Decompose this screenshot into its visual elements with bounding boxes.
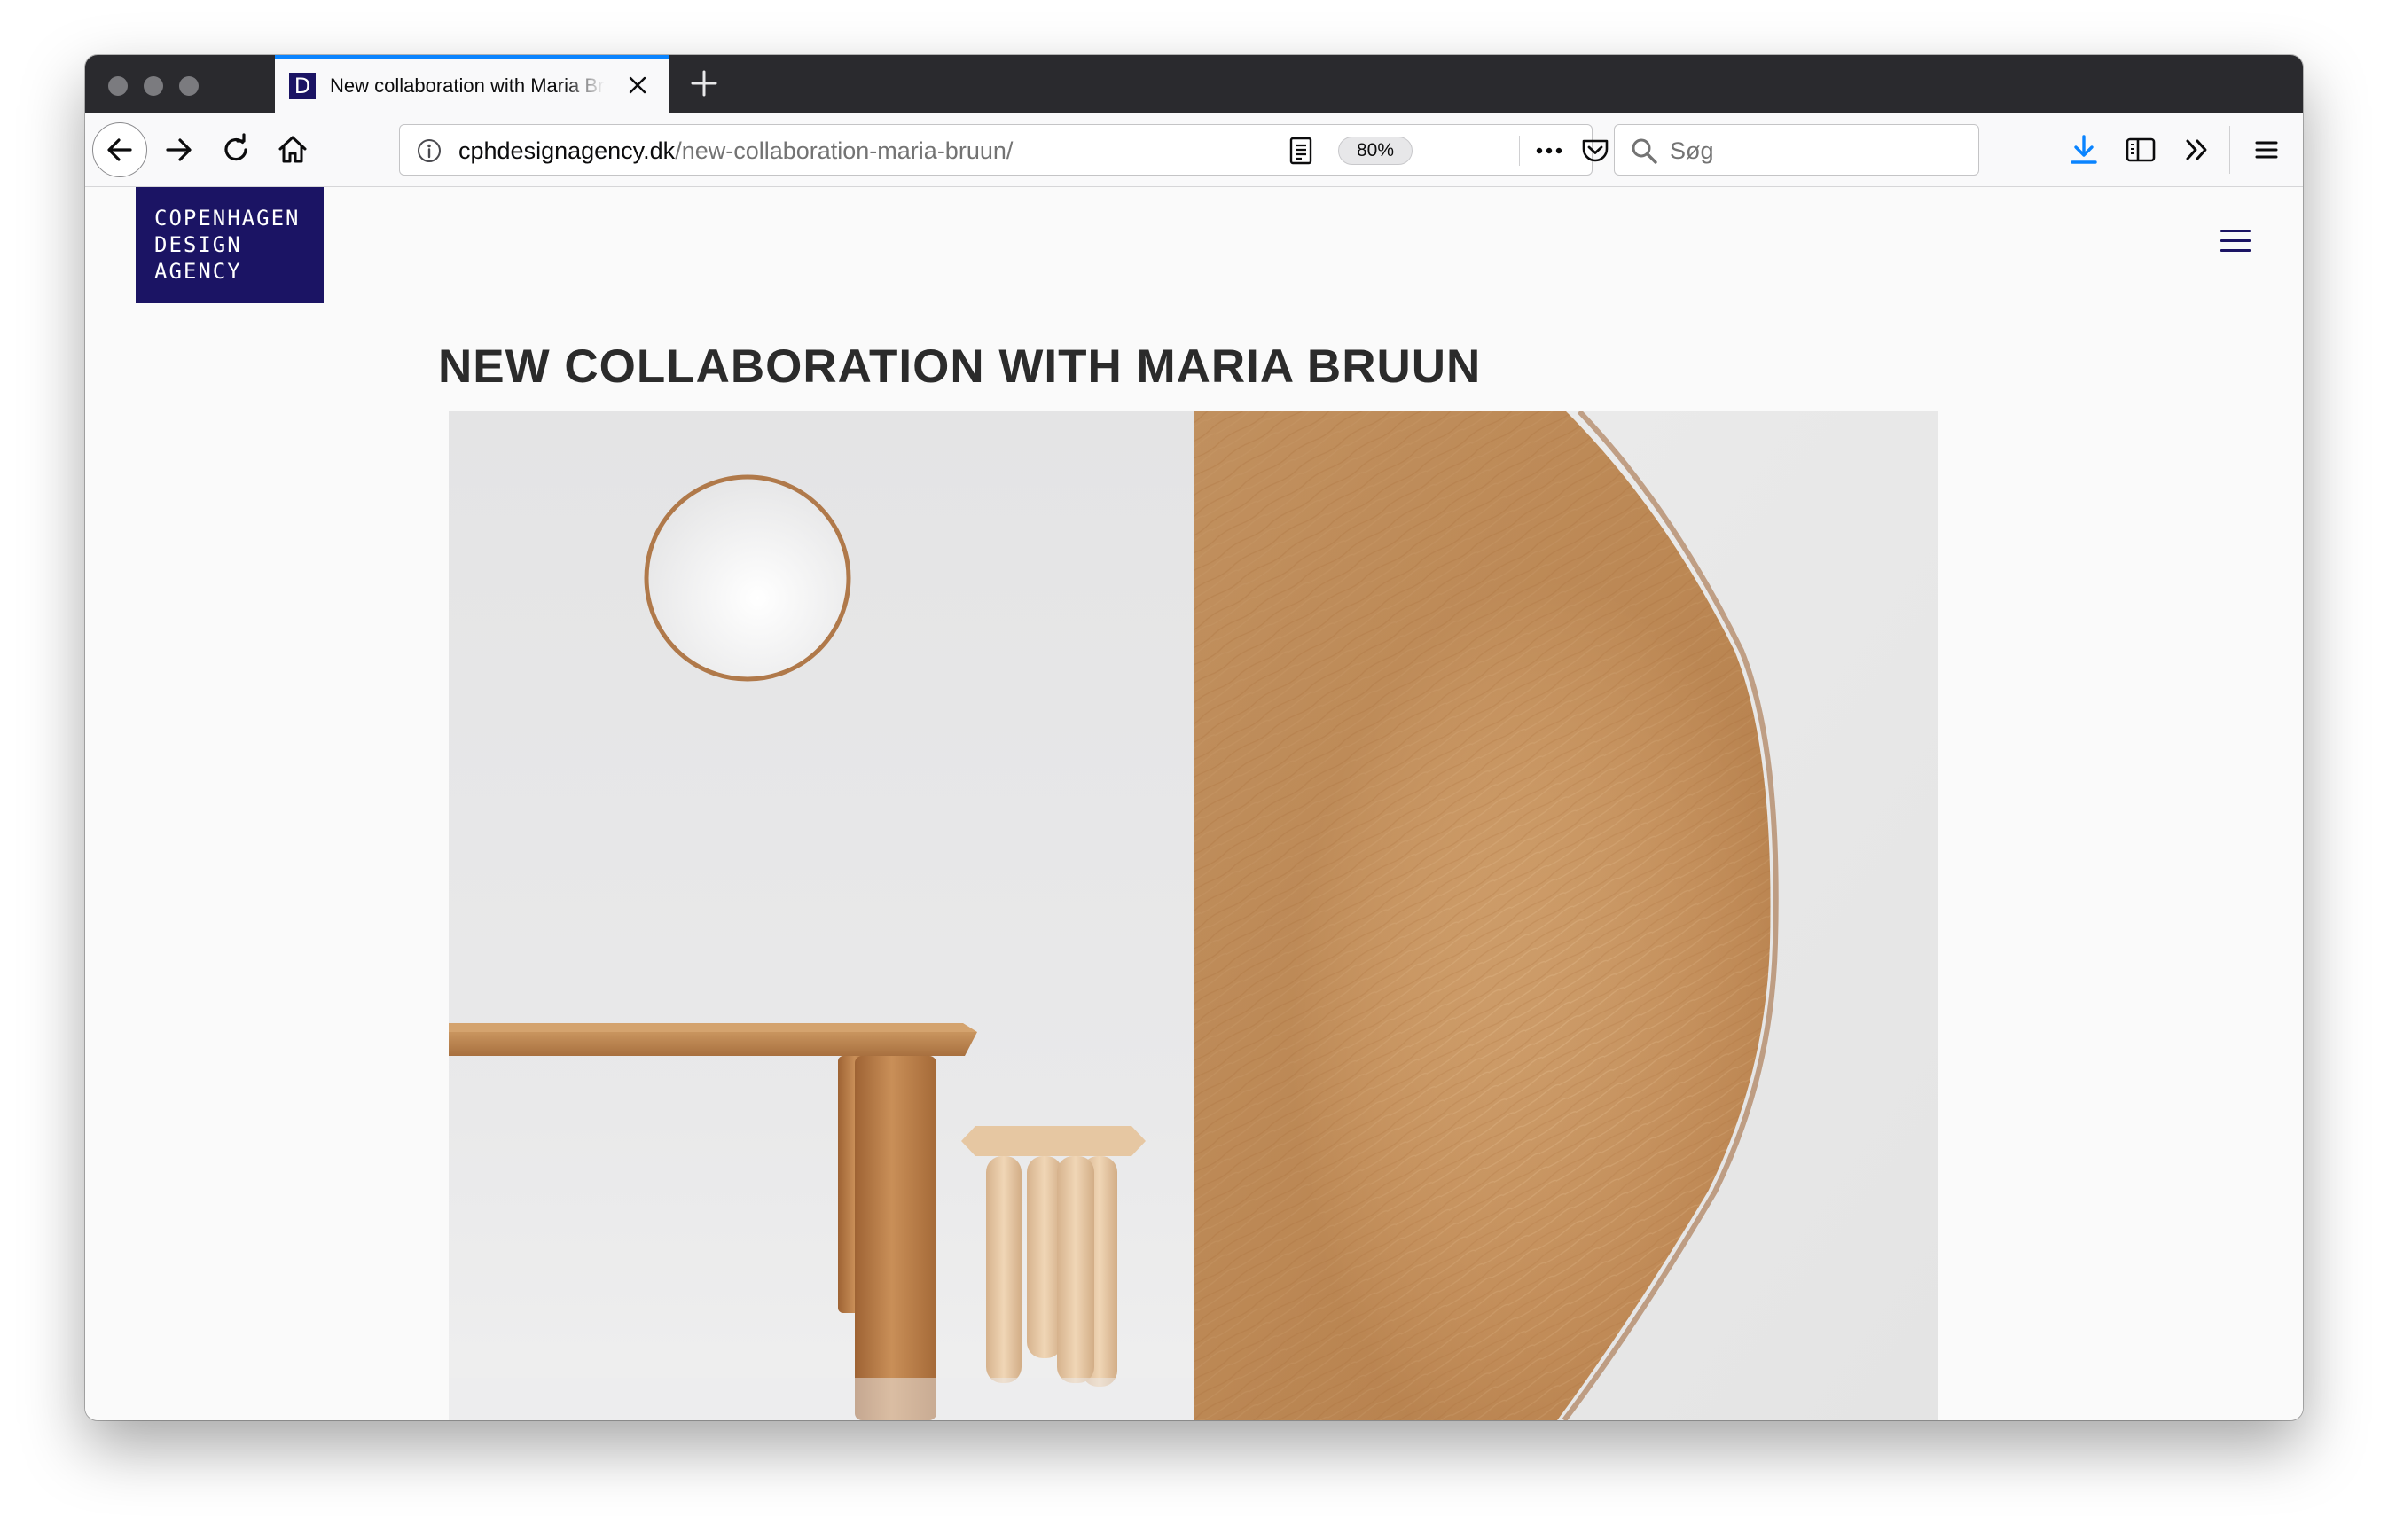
browser-window: D New collaboration with Maria Bruun — [85, 55, 2303, 1420]
active-tab[interactable]: D New collaboration with Maria Bruun — [275, 55, 669, 113]
site-logo[interactable]: COPENHAGEN DESIGN AGENCY — [136, 187, 324, 303]
overflow-button[interactable] — [2178, 130, 2217, 169]
reload-icon — [224, 133, 247, 161]
url-domain: cphdesignagency.dk — [458, 137, 676, 164]
window-zoom-dot[interactable] — [179, 76, 199, 96]
url-text[interactable]: cphdesignagency.dk/new-collaboration-mar… — [458, 137, 1013, 165]
search-bar[interactable]: Søg — [1614, 124, 1979, 176]
site-favicon: D — [289, 73, 316, 99]
site-menu-icon[interactable] — [2220, 230, 2251, 253]
window-minimize-dot[interactable] — [144, 76, 163, 96]
downloads-icon — [2071, 135, 2097, 164]
pocket-icon[interactable] — [1579, 136, 1611, 166]
toolbar-divider — [2229, 126, 2230, 174]
sidebar-icon — [2126, 137, 2156, 162]
home-button[interactable] — [273, 130, 312, 169]
hero-image — [449, 411, 1938, 1420]
url-path: /new-collaboration-maria-bruun/ — [675, 137, 1014, 164]
window-close-dot[interactable] — [108, 76, 128, 96]
search-placeholder: Søg — [1670, 137, 1714, 164]
reload-button[interactable] — [216, 130, 255, 169]
page-actions-icon[interactable] — [1531, 136, 1567, 166]
menu-icon — [2255, 141, 2278, 159]
downloads-button[interactable] — [2064, 130, 2103, 169]
web-page: COPENHAGEN DESIGN AGENCY NEW COLLABORATI… — [85, 187, 2303, 1420]
forward-button[interactable] — [160, 130, 199, 169]
search-icon — [1632, 138, 1657, 164]
overflow-chevron-icon — [2186, 139, 2207, 160]
zoom-level-badge[interactable]: 80% — [1338, 137, 1413, 165]
furniture-photo — [449, 411, 1938, 1420]
back-button[interactable] — [92, 122, 147, 177]
app-menu-button[interactable] — [2247, 130, 2286, 169]
navigation-toolbar: cphdesignagency.dk/new-collaboration-mar… — [85, 113, 2303, 187]
home-icon — [278, 136, 307, 163]
logo-line-2: DESIGN — [154, 232, 242, 257]
logo-line-3: AGENCY — [154, 259, 242, 284]
url-bar[interactable]: cphdesignagency.dk/new-collaboration-mar… — [399, 124, 1659, 176]
info-icon[interactable] — [416, 137, 442, 164]
url-bar-divider — [1519, 136, 1520, 166]
tab-title: New collaboration with Maria Bruun — [330, 74, 605, 97]
sidebar-button[interactable] — [2121, 130, 2160, 169]
logo-line-1: COPENHAGEN — [154, 206, 301, 231]
back-arrow-icon — [107, 138, 132, 161]
close-icon[interactable] — [624, 72, 651, 98]
plus-icon[interactable] — [688, 67, 720, 99]
tab-bar: D New collaboration with Maria Bruun — [85, 55, 2303, 113]
forward-arrow-icon — [166, 138, 192, 161]
article-title: NEW COLLABORATION WITH MARIA BRUUN — [438, 340, 1482, 393]
reader-view-icon[interactable] — [1287, 136, 1315, 166]
